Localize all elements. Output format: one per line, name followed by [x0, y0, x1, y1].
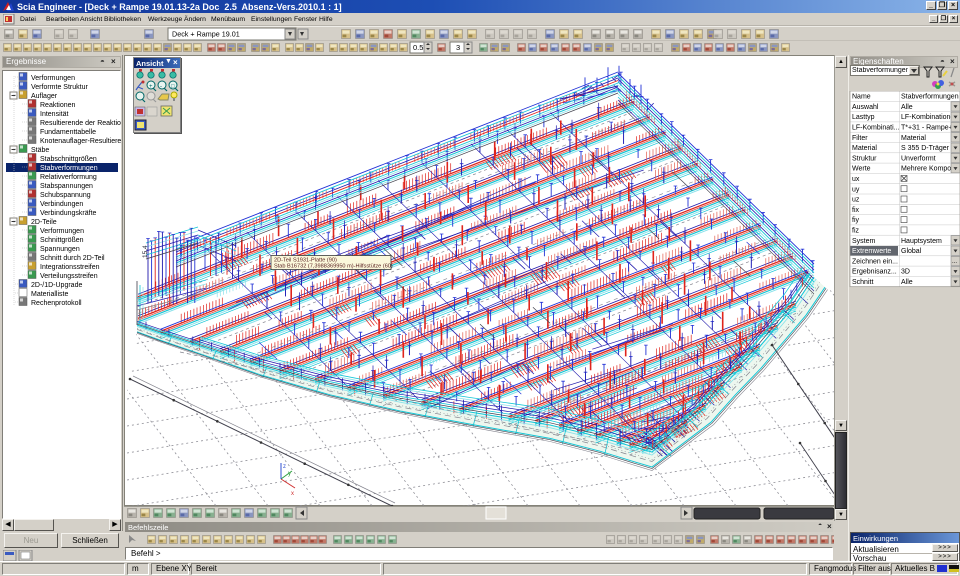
svg-text:uy: uy: [852, 186, 860, 193]
svg-text:3: 3: [456, 43, 460, 52]
svg-text:...: ...: [952, 259, 957, 265]
svg-text:Intensität: Intensität: [40, 111, 68, 118]
svg-text:Filter: Filter: [852, 135, 868, 142]
svg-text:Stabspannungen: Stabspannungen: [40, 183, 93, 190]
svg-text:Extremwerte: Extremwerte: [852, 248, 891, 255]
svg-text:fiz: fiz: [852, 228, 860, 235]
svg-text:T*+31 - Rampe+.: T*+31 - Rampe+.: [901, 125, 955, 132]
svg-text:Ergebnisanz...: Ergebnisanz...: [852, 269, 897, 276]
svg-text:LF-Kombinatione: LF-Kombinatione: [901, 114, 954, 121]
svg-text:Verbindungen: Verbindungen: [40, 201, 83, 208]
svg-text:Integrationsstreifen: Integrationsstreifen: [40, 264, 100, 271]
svg-text:Deck + Rampe 19.01: Deck + Rampe 19.01: [172, 30, 240, 39]
svg-text:2D-Teile: 2D-Teile: [31, 219, 57, 226]
svg-text:Alle: Alle: [901, 279, 913, 286]
svg-text:Auswahl: Auswahl: [852, 104, 879, 111]
svg-text:Unverformt: Unverformt: [901, 155, 936, 162]
svg-text:Verbindungskräfte: Verbindungskräfte: [40, 210, 97, 217]
svg-text:Struktur: Struktur: [852, 155, 877, 162]
svg-text:Schnitt: Schnitt: [852, 279, 873, 286]
svg-text:0.5: 0.5: [413, 43, 423, 52]
svg-text:Rechenprotokoll: Rechenprotokoll: [31, 300, 82, 307]
svg-text:Spannungen: Spannungen: [40, 246, 80, 253]
svg-text:S 355 D-Träger: S 355 D-Träger: [901, 145, 950, 152]
svg-text:System: System: [852, 238, 876, 245]
svg-text:y: y: [288, 471, 291, 477]
svg-text:fix: fix: [852, 207, 860, 214]
svg-text:Verformungen: Verformungen: [40, 228, 84, 235]
svg-text:Auflager: Auflager: [31, 93, 58, 100]
svg-text:ux: ux: [852, 176, 860, 183]
svg-text:Stabverformungen: Stabverformungen: [40, 165, 98, 172]
svg-text:Fundamenttabelle: Fundamenttabelle: [40, 129, 96, 136]
svg-text:Schnitt durch 2D-Teil: Schnitt durch 2D-Teil: [40, 255, 105, 262]
svg-text:Resultierende der Reaktione: Resultierende der Reaktione: [40, 120, 121, 127]
svg-text:Hauptsystem: Hauptsystem: [901, 238, 942, 245]
svg-text:2D-/1D-Upgrade: 2D-/1D-Upgrade: [31, 282, 82, 289]
svg-text:z: z: [283, 464, 286, 470]
svg-text:Knotenauflager-Resultierenc: Knotenauflager-Resultierenc: [40, 138, 121, 145]
svg-text:+: +: [149, 84, 153, 90]
svg-text:Alle: Alle: [901, 104, 913, 111]
svg-text:Global: Global: [901, 248, 922, 255]
svg-text:Zeichnen ein...: Zeichnen ein...: [852, 258, 898, 265]
svg-text:Verteilungsstreifen: Verteilungsstreifen: [40, 273, 98, 280]
svg-text:Lasttyp: Lasttyp: [852, 114, 875, 121]
svg-text:Reaktionen: Reaktionen: [40, 102, 76, 109]
svg-text:Schnittgrößen: Schnittgrößen: [40, 237, 84, 244]
svg-text:Stäbe: Stäbe: [31, 147, 49, 154]
svg-text:Mehrere Kompo: Mehrere Kompo: [901, 166, 951, 173]
svg-text:-: -: [160, 84, 162, 90]
svg-text:15,4: 15,4: [142, 245, 149, 258]
svg-text:Relativverformung: Relativverformung: [40, 174, 97, 181]
svg-text:Stab B16732 (7,3988369950 m)-H: Stab B16732 (7,3988369950 m)-Hilfsstütze…: [274, 264, 393, 270]
svg-text:□: □: [171, 84, 175, 90]
svg-text:Verformte Struktur: Verformte Struktur: [31, 84, 88, 91]
svg-text:Schubspannung: Schubspannung: [40, 192, 91, 199]
svg-text:Material: Material: [852, 145, 877, 152]
svg-text:Verformungen: Verformungen: [31, 75, 75, 82]
svg-text:Werte: Werte: [852, 166, 871, 173]
svg-text:Materialliste: Materialliste: [31, 291, 68, 298]
svg-text:LF-Kombinati...: LF-Kombinati...: [852, 125, 900, 132]
svg-text:Material: Material: [901, 135, 926, 142]
svg-text:uz: uz: [852, 197, 860, 204]
svg-text:fiy: fiy: [852, 217, 860, 224]
svg-text:3D: 3D: [901, 269, 910, 276]
svg-text:Name: Name: [852, 94, 871, 101]
svg-text:x: x: [291, 491, 294, 497]
svg-text:Stabverformungen: Stabverformungen: [901, 94, 959, 101]
svg-text:Stabschnittgrößen: Stabschnittgrößen: [40, 156, 97, 163]
